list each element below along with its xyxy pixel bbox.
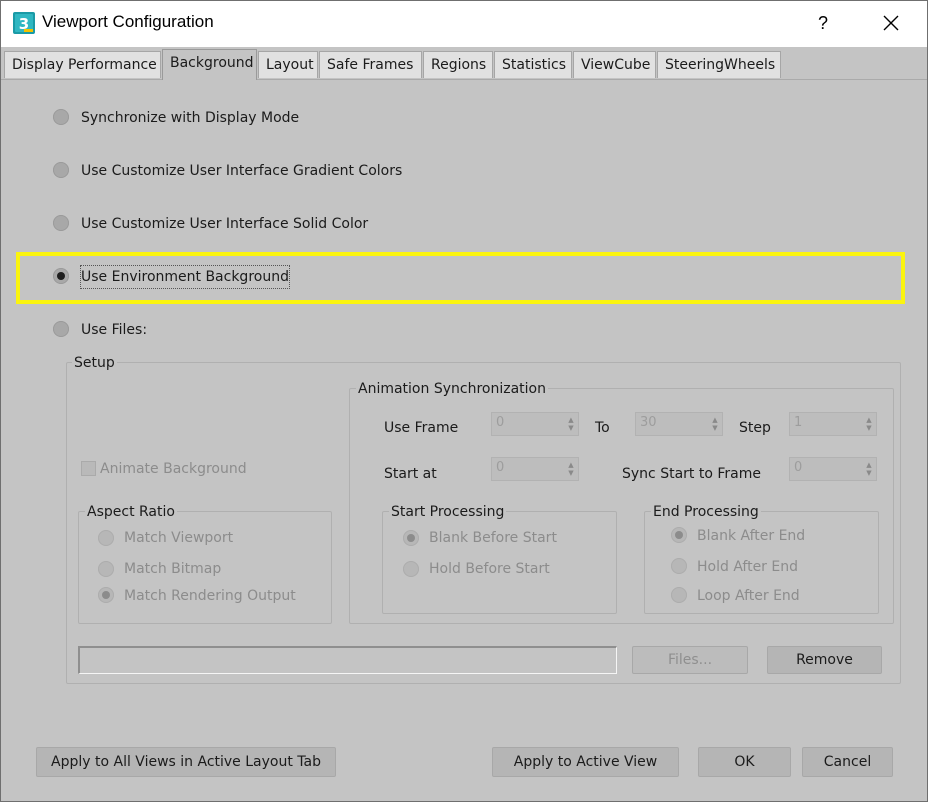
files-button[interactable]: Files...	[632, 646, 748, 674]
use-frame-label: Use Frame	[384, 420, 459, 436]
radio-button[interactable]	[53, 109, 69, 125]
spinner-arrows-icon[interactable]: ▲ ▼	[711, 416, 719, 432]
loop-after-end-label: Loop After End	[697, 588, 800, 604]
animation-sync-title: Animation Synchronization	[356, 381, 548, 397]
tab-regions[interactable]: Regions	[423, 51, 493, 78]
to-spinner[interactable]: 30 ▲ ▼	[635, 412, 723, 436]
cancel-button[interactable]: Cancel	[802, 747, 893, 777]
loop-after-end-radio[interactable]	[671, 587, 687, 603]
tab-layout[interactable]: Layout	[258, 51, 318, 78]
radio-button[interactable]	[53, 162, 69, 178]
match-bitmap-radio[interactable]	[98, 561, 114, 577]
radio-button[interactable]	[53, 268, 69, 284]
aspect-ratio-title: Aspect Ratio	[85, 504, 177, 520]
tab-background[interactable]: Background	[162, 49, 257, 80]
blank-after-end-radio[interactable]	[671, 527, 687, 543]
apply-all-views-button[interactable]: Apply to All Views in Active Layout Tab	[36, 747, 336, 777]
option-label: Use Customize User Interface Gradient Co…	[81, 163, 403, 179]
hold-after-end-label: Hold After End	[697, 559, 798, 575]
title-bar: 3 Viewport Configuration ?	[1, 1, 927, 47]
option-label: Use Files:	[81, 322, 148, 338]
animate-background-label: Animate Background	[100, 461, 247, 477]
blank-before-start-radio[interactable]	[403, 530, 419, 546]
blank-after-end-label: Blank After End	[697, 528, 806, 544]
tab-display-performance[interactable]: Display Performance	[4, 51, 161, 78]
start-at-spinner[interactable]: 0 ▲ ▼	[491, 457, 579, 481]
radio-button[interactable]	[53, 321, 69, 337]
match-rendering-output-label: Match Rendering Output	[124, 588, 296, 604]
hold-before-start-radio[interactable]	[403, 561, 419, 577]
spinner-arrows-icon[interactable]: ▲ ▼	[865, 461, 873, 477]
sync-start-label: Sync Start to Frame	[622, 466, 761, 482]
end-processing-title: End Processing	[651, 504, 761, 520]
spinner-value: 1	[794, 415, 803, 430]
to-label: To	[595, 420, 610, 436]
close-icon	[883, 15, 899, 31]
radio-button[interactable]	[53, 215, 69, 231]
window-title: Viewport Configuration	[42, 12, 214, 31]
tab-steeringwheels[interactable]: SteeringWheels	[657, 51, 781, 78]
match-viewport-label: Match Viewport	[124, 530, 234, 546]
ok-button[interactable]: OK	[698, 747, 791, 777]
spinner-value: 0	[496, 460, 505, 475]
use-frame-spinner[interactable]: 0 ▲ ▼	[491, 412, 579, 436]
hold-after-end-radio[interactable]	[671, 558, 687, 574]
hold-before-start-label: Hold Before Start	[429, 561, 550, 577]
tab-viewcube[interactable]: ViewCube	[573, 51, 656, 78]
animate-background-checkbox[interactable]	[81, 461, 96, 476]
file-path-field[interactable]	[78, 646, 617, 674]
spinner-value: 0	[496, 415, 505, 430]
apply-active-view-button[interactable]: Apply to Active View	[492, 747, 679, 777]
help-button[interactable]: ?	[801, 7, 845, 39]
spinner-arrows-icon[interactable]: ▲ ▼	[567, 461, 575, 477]
option-label: Use Environment Background	[80, 265, 290, 289]
viewport-configuration-dialog: 3 Viewport Configuration ? Display Perfo…	[0, 0, 928, 802]
option-label: Synchronize with Display Mode	[81, 110, 300, 126]
tab-safe-frames[interactable]: Safe Frames	[319, 51, 422, 78]
blank-before-start-label: Blank Before Start	[429, 530, 557, 546]
remove-button[interactable]: Remove	[767, 646, 882, 674]
setup-group-title: Setup	[72, 355, 117, 371]
3dsmax-app-icon: 3	[13, 12, 35, 34]
tab-statistics[interactable]: Statistics	[494, 51, 572, 78]
spinner-arrows-icon[interactable]: ▲ ▼	[567, 416, 575, 432]
match-bitmap-label: Match Bitmap	[124, 561, 222, 577]
match-viewport-radio[interactable]	[98, 530, 114, 546]
tab-strip: Display Performance Background Layout Sa…	[1, 47, 927, 80]
sync-start-spinner[interactable]: 0 ▲ ▼	[789, 457, 877, 481]
start-at-label: Start at	[384, 466, 437, 482]
step-spinner[interactable]: 1 ▲ ▼	[789, 412, 877, 436]
spinner-value: 0	[794, 460, 803, 475]
spinner-arrows-icon[interactable]: ▲ ▼	[865, 416, 873, 432]
start-processing-title: Start Processing	[389, 504, 507, 520]
match-rendering-output-radio[interactable]	[98, 587, 114, 603]
close-button[interactable]	[869, 7, 913, 39]
step-label: Step	[739, 420, 771, 436]
option-label: Use Customize User Interface Solid Color	[81, 216, 369, 232]
spinner-value: 30	[640, 415, 657, 430]
